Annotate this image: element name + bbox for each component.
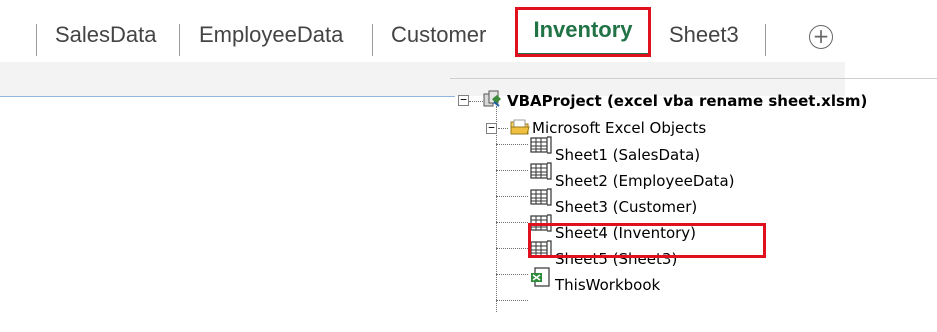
tree-item-sheet1[interactable]: Sheet1 (SalesData) — [555, 145, 700, 165]
tree-connector — [496, 106, 497, 312]
folder-icon — [510, 118, 530, 136]
tree-connector — [498, 128, 508, 129]
tree-connector — [496, 170, 528, 171]
tab-employeedata[interactable]: EmployeeData — [199, 20, 343, 50]
tree-connector — [496, 248, 528, 249]
tree-connector — [496, 144, 528, 145]
tab-salesdata[interactable]: SalesData — [55, 20, 157, 50]
tree-connector — [496, 274, 528, 275]
tree-connector — [496, 196, 528, 197]
worksheet-icon — [530, 136, 552, 154]
vba-project-icon — [483, 90, 501, 108]
tab-separator — [765, 24, 766, 56]
vba-project-node[interactable]: VBAProject (excel vba rename sheet.xlsm) — [507, 91, 867, 111]
tab-separator — [179, 24, 180, 56]
tab-separator — [36, 24, 37, 56]
divider-line — [0, 96, 455, 97]
workbook-icon — [530, 266, 550, 287]
add-sheet-button[interactable]: + — [809, 25, 833, 49]
tree-item-sheet3[interactable]: Sheet3 (Customer) — [555, 197, 697, 217]
collapse-project-toggle[interactable]: − — [458, 94, 469, 106]
sheet-tab-bar: SalesData EmployeeData Customer Inventor… — [0, 0, 845, 62]
tree-connector — [496, 300, 528, 301]
tab-separator — [372, 24, 373, 56]
tree-item-thisworkbook[interactable]: ThisWorkbook — [555, 275, 660, 295]
collapse-folder-toggle[interactable]: − — [486, 122, 497, 134]
excel-objects-folder[interactable]: Microsoft Excel Objects — [532, 118, 706, 138]
tab-customer[interactable]: Customer — [391, 20, 486, 50]
explorer-top-border — [450, 78, 937, 79]
tab-sheet3[interactable]: Sheet3 — [669, 20, 739, 50]
project-explorer: − VBAProject (excel vba rename sheet.xls… — [450, 78, 937, 332]
worksheet-icon — [530, 188, 552, 206]
tree-item-sheet2[interactable]: Sheet2 (EmployeeData) — [555, 171, 735, 191]
sheet4-highlight — [528, 223, 766, 258]
tree-connector — [496, 222, 528, 223]
worksheet-icon — [530, 162, 552, 180]
inventory-tab-highlight — [515, 7, 651, 57]
